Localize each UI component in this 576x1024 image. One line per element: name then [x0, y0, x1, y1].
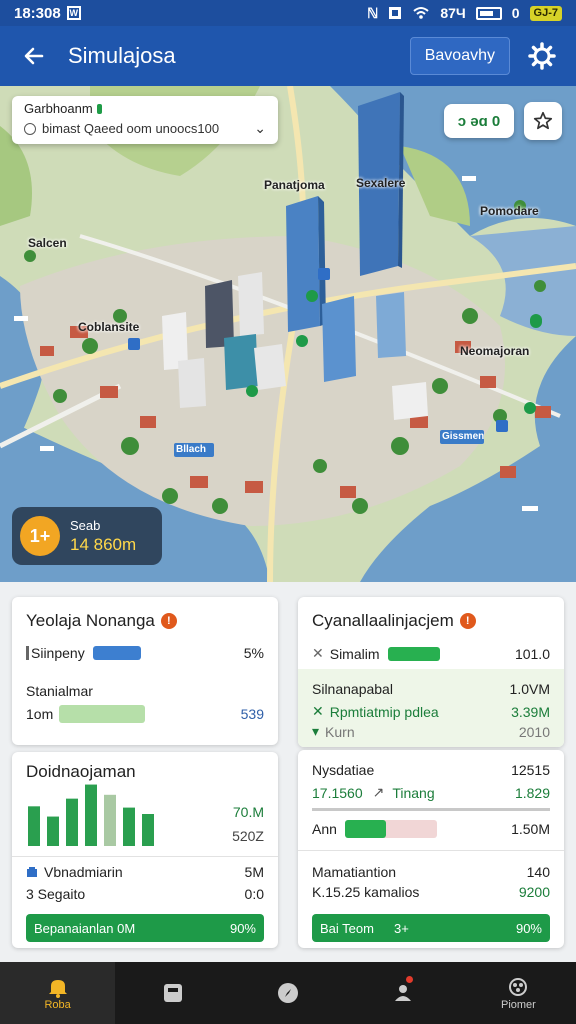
card-row: Silnanapabal 1.0VM: [312, 681, 550, 697]
map-label-pomodare: Pomodare: [480, 204, 539, 218]
status-time: 18:308: [14, 4, 61, 22]
card-row: 17.1560 ↗ Tinang 1.829: [312, 784, 550, 801]
nav-item-profile[interactable]: [346, 962, 461, 1024]
progress-bar: [92, 646, 141, 660]
mini-bar: [66, 798, 78, 846]
signal-text: 87Ч: [440, 5, 466, 21]
map-label-salcen: Salcen: [28, 236, 67, 250]
arrow-icon: ✕: [312, 645, 324, 661]
card-row: Nysdatiae 12515: [312, 762, 550, 778]
status-bar: 18:308 W ℕ 87Ч 0 GJ-7: [0, 0, 576, 26]
app-bar: Simulajosa Bavoavhy: [0, 26, 576, 86]
progress-bar: [387, 646, 440, 661]
summary-strip[interactable]: Bepanaianlan 0M 90%: [26, 914, 264, 942]
chart-value-2: 520Z: [232, 828, 264, 844]
card-row: Stanialmar: [26, 683, 93, 699]
favorite-button[interactable]: [524, 102, 562, 140]
card-right-top[interactable]: Cyanallaalinjacjem ! ✕ Simalim 101.0 Sil…: [298, 597, 564, 747]
bell-icon: [48, 980, 67, 998]
nav-item-more[interactable]: Piomer: [461, 962, 576, 1024]
back-button[interactable]: [14, 36, 54, 76]
gear-icon: [528, 42, 556, 70]
mini-bar: [47, 816, 59, 846]
card-row: 3 Segaito 0:0: [26, 886, 264, 902]
card-title: Cyanallaalinjacjem: [312, 611, 454, 630]
progress-fill: [344, 820, 387, 838]
nav-item-archive[interactable]: [115, 962, 230, 1024]
status-square-icon: W: [66, 6, 81, 20]
search-subtitle: bimast Qaeed oom unoocs100: [42, 121, 220, 136]
card-right-bottom[interactable]: Nysdatiae 12515 17.1560 ↗ Tinang 1.829 A…: [298, 750, 564, 948]
card-row: Vbnadmiarin 5M: [26, 864, 264, 880]
bottom-nav: Roba Piomer: [0, 962, 576, 1024]
distance-stat-pill[interactable]: 1+ Seab 14 860m: [12, 507, 162, 565]
mini-bar: [123, 807, 135, 846]
card-row: Siinpeny 5%: [26, 645, 264, 661]
chart-value-1: 70.M: [232, 804, 264, 820]
card-row: K.15.25 kamalios 9200: [312, 884, 550, 900]
map-label-panatjoma: Panatjoma: [264, 178, 325, 192]
progress-track: [344, 820, 437, 838]
mini-bar: [142, 814, 154, 846]
map-label-neomajoran: Neomajoran: [460, 344, 530, 358]
mini-bar: [85, 784, 97, 846]
battery-badge: GJ-7: [529, 5, 562, 21]
close-icon: ✕: [312, 703, 324, 719]
info-icon[interactable]: !: [160, 613, 177, 629]
map-label-sexalere: Sexalere: [356, 176, 406, 190]
nav-label: Roba: [44, 999, 71, 1011]
card-row: ✕ Simalim 101.0: [312, 645, 550, 662]
search-title: Garbhoanm: [24, 101, 93, 116]
arrow-left-icon: [24, 47, 44, 65]
card-row: ▾ Kurn 2010: [312, 723, 550, 740]
mini-bar-chart: [28, 784, 154, 846]
card-title: Yeolaja Nonanga: [26, 611, 155, 630]
settings-button[interactable]: [522, 36, 562, 76]
card-row: ✕ Rpmtiatmip pdlea 3.39M: [312, 703, 550, 720]
summary-strip[interactable]: Bai Teom 3+ 90%: [312, 914, 550, 942]
stat-value: 14 860m: [70, 534, 137, 554]
location-search-card[interactable]: Garbhoanm bimast Qaeed oom unoocs100 ⌄: [12, 96, 278, 144]
archive-icon: [163, 984, 182, 1002]
app-action-button[interactable]: Bavoavhy: [409, 37, 510, 75]
stat-label: Seab: [70, 517, 101, 533]
status-right: ℕ 87Ч 0 GJ-7: [367, 5, 562, 22]
card-row: Ann 1.50M: [312, 820, 550, 838]
card-left-bottom[interactable]: Doidnaojaman 70.M 520Z Vbnadmiarin 5M 3 …: [12, 752, 278, 948]
arrow-down-icon: ▾: [312, 723, 320, 739]
add-icon: 1+: [20, 516, 60, 556]
notification-dot: [405, 976, 413, 983]
map-label-bottom-a: Bllach: [176, 444, 207, 455]
page-title: Simulajosa: [68, 43, 176, 68]
status-zero: 0: [511, 5, 520, 21]
pin-icon: [96, 103, 102, 114]
list-icon: [27, 867, 37, 877]
map-label-bottom-b: Gissmen: [442, 431, 485, 442]
nav-item-explore[interactable]: [230, 962, 345, 1024]
mini-bar: [28, 806, 40, 846]
card-left-top[interactable]: Yeolaja Nonanga ! Siinpeny 5% Stanialmar…: [12, 597, 278, 745]
progress-bar: [59, 705, 146, 723]
status-n-icon: ℕ: [367, 4, 379, 21]
compass-icon: [278, 983, 298, 1003]
card-row: 1om 539: [26, 705, 264, 723]
notification-icon: [389, 7, 402, 19]
nav-item-home[interactable]: Roba: [0, 962, 116, 1024]
card-row: Mamatiantion 140: [312, 864, 550, 880]
nav-label: Piomer: [500, 999, 536, 1011]
wifi-icon: [413, 7, 429, 19]
mini-bar: [104, 794, 116, 846]
network-icon: [509, 978, 528, 996]
user-icon: [395, 985, 412, 1001]
star-icon: [533, 111, 553, 130]
map-filter-chip[interactable]: ɔ əɑ 0: [444, 104, 514, 138]
radio-icon[interactable]: [24, 122, 36, 135]
arrow-icon: ↗: [372, 784, 385, 800]
chevron-down-icon[interactable]: ⌄: [254, 120, 266, 137]
info-icon[interactable]: !: [459, 613, 476, 629]
map-label-coblansite: Coblansite: [78, 320, 140, 334]
battery-icon: [475, 6, 502, 20]
